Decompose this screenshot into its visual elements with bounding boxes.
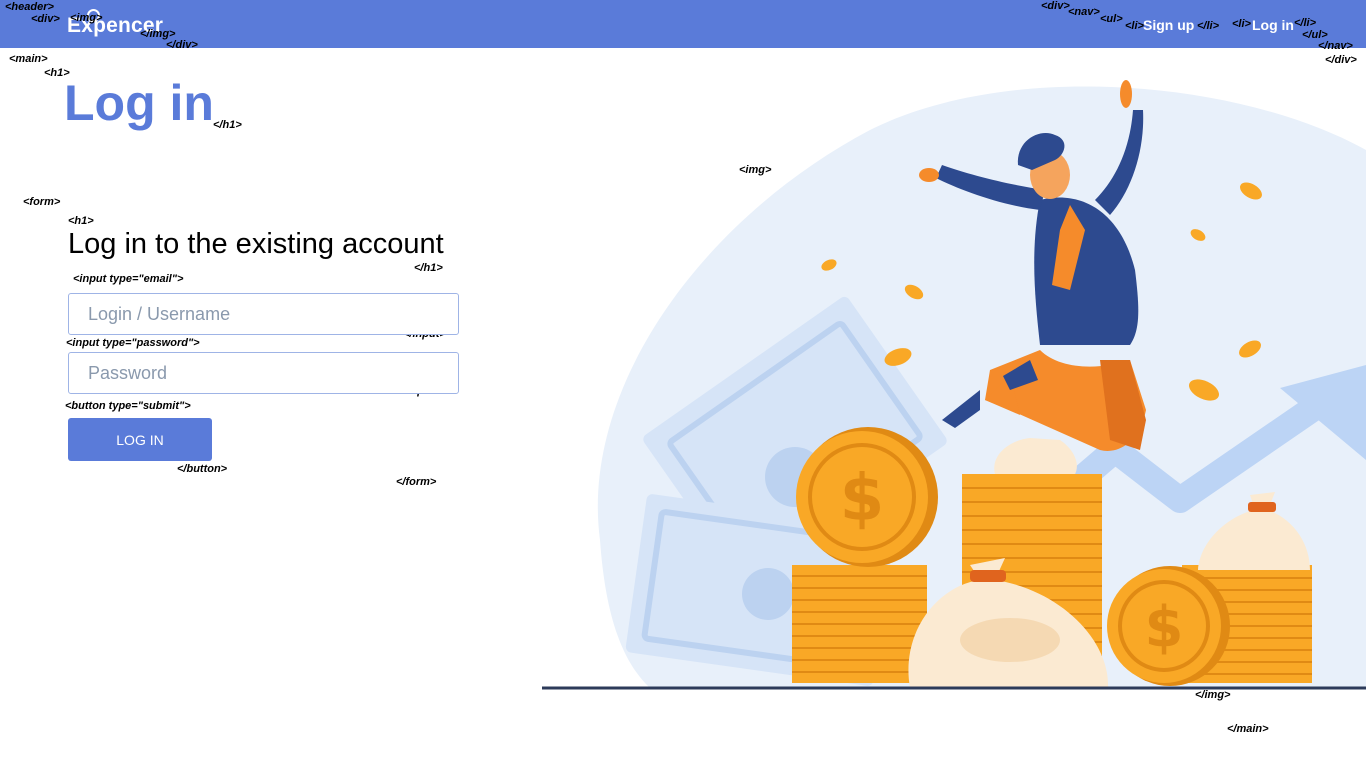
tag-label: </li> bbox=[1197, 20, 1220, 32]
tag-label: </nav> bbox=[1318, 40, 1353, 52]
tag-label: </div> bbox=[1325, 54, 1357, 66]
svg-text:$: $ bbox=[840, 462, 885, 536]
tag-label: <li> bbox=[1125, 20, 1144, 32]
coin-stack bbox=[792, 565, 927, 683]
svg-text:$: $ bbox=[1145, 595, 1184, 660]
tag-label: <h1> bbox=[68, 215, 94, 227]
page-title: Log in bbox=[64, 75, 214, 131]
tag-label: <form> bbox=[23, 196, 61, 208]
tag-label: <div> bbox=[1041, 0, 1070, 12]
celebrating-man-illustration: $ $ bbox=[542, 80, 1366, 690]
nav-signup-link[interactable]: Sign up bbox=[1143, 17, 1194, 33]
tag-label: <li> bbox=[1232, 18, 1251, 30]
tag-label: </h1> bbox=[213, 119, 242, 131]
tag-label: </main> bbox=[1227, 723, 1269, 735]
username-input[interactable] bbox=[68, 293, 459, 335]
tag-label: <nav> bbox=[1068, 6, 1100, 18]
tag-label: <img> bbox=[70, 12, 103, 24]
tag-label: <div> bbox=[31, 13, 60, 25]
tag-label: </h1> bbox=[414, 262, 443, 274]
form-title: Log in to the existing account bbox=[68, 228, 444, 260]
nav-login-link[interactable]: Log in bbox=[1252, 17, 1294, 33]
tag-label: </div> bbox=[166, 39, 198, 51]
login-submit-button[interactable]: LOG IN bbox=[68, 418, 212, 461]
password-input[interactable] bbox=[68, 352, 459, 394]
tag-label: <ul> bbox=[1100, 13, 1123, 25]
tag-label: </form> bbox=[396, 476, 437, 488]
tag-label: </button> bbox=[177, 463, 228, 475]
tag-label: <input type="password"> bbox=[66, 337, 200, 349]
tag-label: </li> bbox=[1294, 17, 1317, 29]
tag-label: <button type="submit"> bbox=[65, 400, 191, 412]
tag-label: <main> bbox=[9, 53, 48, 65]
tag-label: <input type="email"> bbox=[73, 273, 184, 285]
tag-label: <header> bbox=[5, 1, 54, 13]
site-header: Expencer Sign up Log in bbox=[0, 0, 1366, 48]
